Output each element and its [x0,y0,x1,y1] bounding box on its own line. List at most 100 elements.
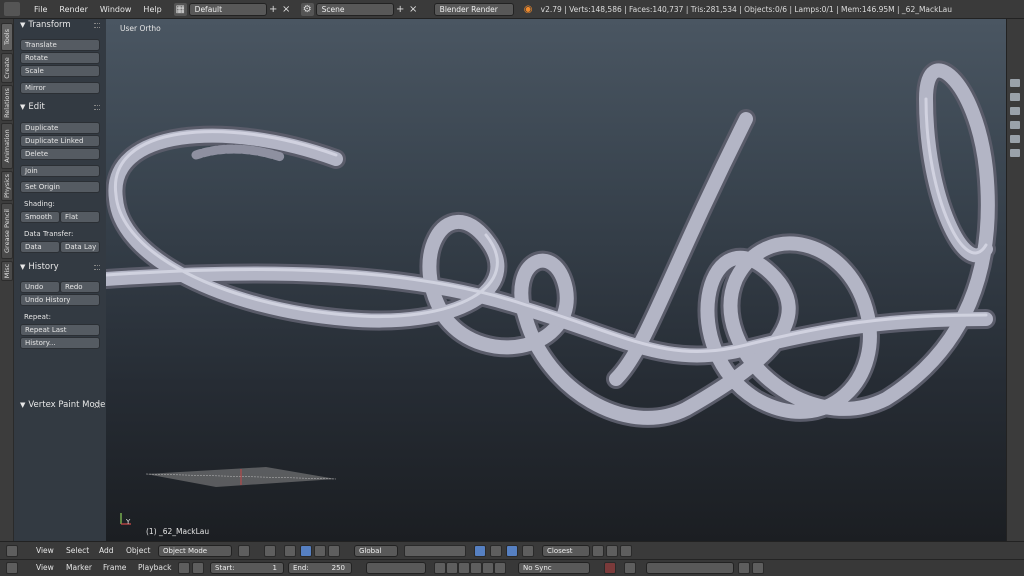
jump-end-icon[interactable] [494,562,506,574]
repeat-last-button[interactable]: Repeat Last [20,324,100,336]
tube-mesh-render: Y [106,60,998,526]
layout-grid-icon[interactable]: ▦ [173,2,187,16]
panel-grip-icon[interactable] [94,403,100,408]
start-frame-field[interactable]: Start: 1 [210,562,284,574]
snap-target-selector[interactable]: Closest [542,545,590,557]
timeline-menu-view[interactable]: View [36,563,54,572]
render-layer-icon[interactable] [1010,79,1020,87]
lock-layers-icon[interactable] [474,545,486,557]
editor-type-icon[interactable] [6,545,18,557]
snap-element-icon[interactable] [522,545,534,557]
tab-create[interactable]: Create [1,53,13,83]
pivot-point-icon[interactable] [264,545,276,557]
menu-render[interactable]: Render [59,5,87,14]
scale-button[interactable]: Scale [20,65,100,77]
scene-prop-icon[interactable] [1010,93,1020,101]
tab-misc[interactable]: Misc [1,261,13,281]
delete-keyframe-icon[interactable] [752,562,764,574]
remove-layout-icon[interactable]: × [280,3,293,16]
add-layout-icon[interactable]: + [267,3,280,16]
rotate-button[interactable]: Rotate [20,52,100,64]
duplicate-button[interactable]: Duplicate [20,122,100,134]
jump-start-icon[interactable] [434,562,446,574]
scale-manipulator-icon[interactable] [328,545,340,557]
mirror-button[interactable]: Mirror [20,82,100,94]
menu-window[interactable]: Window [100,5,132,14]
current-frame-field[interactable] [366,562,426,574]
editor-type-icon[interactable] [6,562,18,574]
camera-icon[interactable] [620,545,632,557]
delete-button[interactable]: Delete [20,148,100,160]
scene-selector[interactable]: Scene [315,2,394,16]
world-prop-icon[interactable] [1010,107,1020,115]
layer-buttons[interactable] [404,545,466,557]
tab-physics[interactable]: Physics [1,171,13,201]
modifier-prop-icon[interactable] [1010,135,1020,143]
vertex-paint-panel-header[interactable]: ▼ Vertex Paint Mode [20,400,105,410]
manipulator-toggle-icon[interactable] [284,545,296,557]
record-icon[interactable] [604,562,616,574]
rotate-manipulator-icon[interactable] [314,545,326,557]
end-frame-field[interactable]: End: 250 [288,562,352,574]
flat-button[interactable]: Flat [60,211,100,223]
tab-grease-pencil[interactable]: Grease Pencil [1,203,13,259]
undo-button[interactable]: Undo [20,281,60,293]
history-panel-header[interactable]: ▼ History [20,262,59,272]
edit-panel-header[interactable]: ▼ Edit [20,102,45,112]
3d-viewport[interactable]: Y User Ortho (1) _62_MackLau [106,19,1006,541]
jump-keyframe-forward-icon[interactable] [482,562,494,574]
object-prop-icon[interactable] [1010,121,1020,129]
duplicate-linked-button[interactable]: Duplicate Linked [20,135,100,147]
menu-help[interactable]: Help [143,5,161,14]
ground-plane [145,467,337,487]
tab-relations[interactable]: Relations [1,85,13,121]
menu-select[interactable]: Select [66,546,89,555]
scene-icon[interactable]: ⚙ [300,2,314,16]
panel-grip-icon[interactable] [94,23,100,28]
keying-set-icon[interactable] [624,562,636,574]
undo-history-button[interactable]: Undo History [20,294,100,306]
translate-manipulator-icon[interactable] [300,545,312,557]
smooth-button[interactable]: Smooth [20,211,60,223]
jump-keyframe-back-icon[interactable] [446,562,458,574]
tab-tools[interactable]: Tools [1,23,13,51]
menu-file[interactable]: File [34,5,47,14]
panel-grip-icon[interactable] [94,105,100,110]
remove-scene-icon[interactable]: × [407,3,420,16]
data-layout-button[interactable]: Data Lay [60,241,100,253]
material-prop-icon[interactable] [1010,149,1020,157]
timeline-menu-playback[interactable]: Playback [138,563,171,572]
transform-panel-header[interactable]: ▼ Transform [20,20,71,30]
lock-range-icon[interactable] [192,562,204,574]
play-icon[interactable] [470,562,482,574]
menu-view[interactable]: View [36,546,54,555]
layout-selector[interactable]: Default [188,2,267,16]
history-button[interactable]: History... [20,337,100,349]
transform-orientation-selector[interactable]: Global [354,545,398,557]
opengl-render-icon[interactable] [592,545,604,557]
translate-button[interactable]: Translate [20,39,100,51]
set-origin-dropdown[interactable]: Set Origin [20,181,100,193]
shading-mode-icon[interactable] [238,545,250,557]
timeline-menu-frame[interactable]: Frame [103,563,126,572]
insert-keyframe-icon[interactable] [738,562,750,574]
mode-selector[interactable]: Object Mode [158,545,232,557]
panel-grip-icon[interactable] [94,265,100,270]
tab-animation[interactable]: Animation [1,123,13,169]
editor-type-icon[interactable] [4,2,20,16]
timeline-menu-marker[interactable]: Marker [66,563,92,572]
redo-button[interactable]: Redo [60,281,100,293]
preview-range-icon[interactable] [178,562,190,574]
snap-toggle-icon[interactable] [506,545,518,557]
join-button[interactable]: Join [20,165,100,177]
proportional-edit-icon[interactable] [490,545,502,557]
menu-object[interactable]: Object [126,546,150,555]
render-engine-selector[interactable]: Blender Render [433,2,514,16]
menu-add[interactable]: Add [99,546,114,555]
sync-mode-selector[interactable]: No Sync [518,562,590,574]
render-anim-icon[interactable] [606,545,618,557]
data-transfer-button[interactable]: Data [20,241,60,253]
play-reverse-icon[interactable] [458,562,470,574]
add-scene-icon[interactable]: + [394,3,407,16]
active-keying-set-field[interactable] [646,562,734,574]
